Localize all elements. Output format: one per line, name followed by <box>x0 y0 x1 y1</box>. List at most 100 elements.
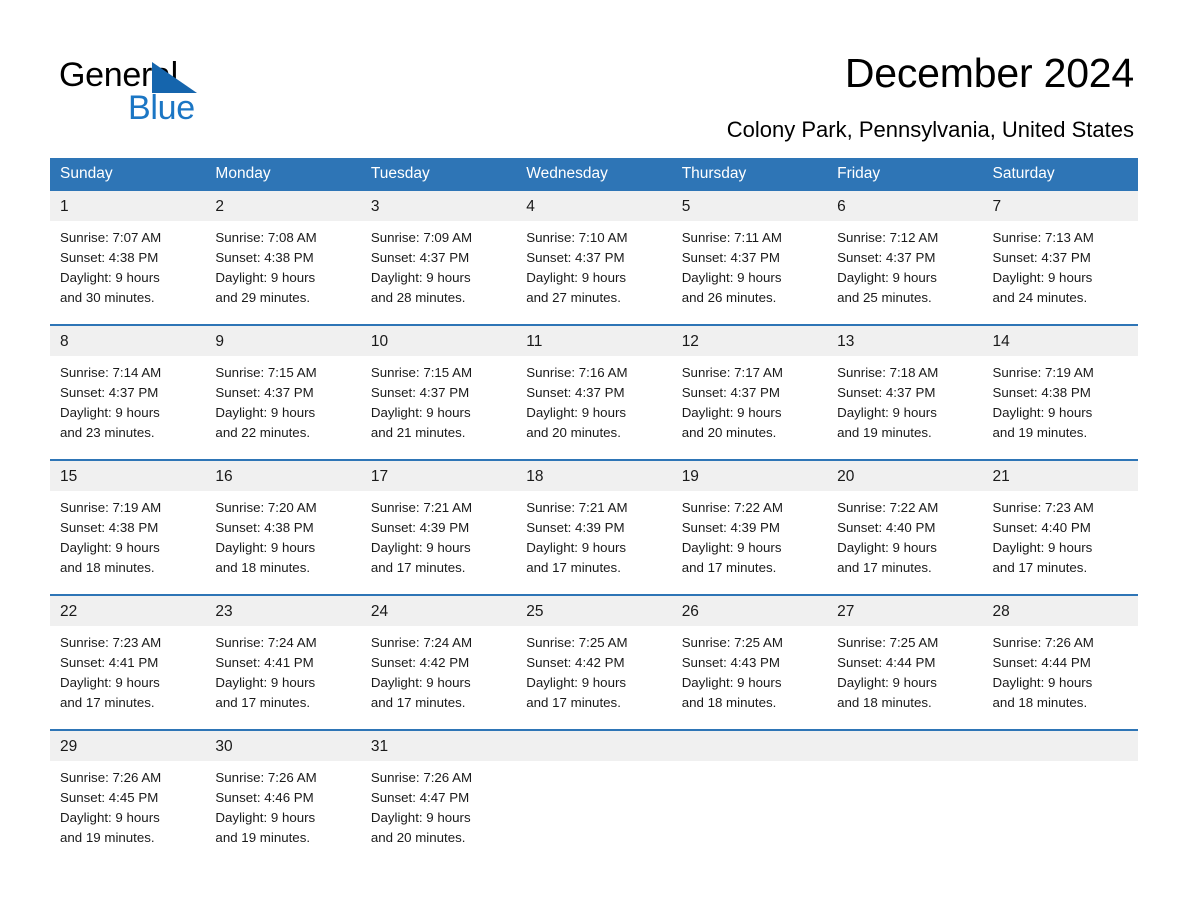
day-cell[interactable]: 13 Sunrise: 7:18 AM Sunset: 4:37 PM Dayl… <box>827 324 983 460</box>
sunset-text: Sunset: 4:37 PM <box>681 250 780 266</box>
week-row: 1 Sunrise: 7:07 AM Sunset: 4:38 PM Dayli… <box>50 191 1138 325</box>
day-number <box>827 731 983 761</box>
daylight-text-line2: and 23 minutes. <box>60 425 155 441</box>
day-number: 22 <box>50 596 206 626</box>
day-cell[interactable]: 6 Sunrise: 7:12 AM Sunset: 4:37 PM Dayli… <box>827 191 983 325</box>
daylight-text-line1: Daylight: 9 hours <box>60 270 160 286</box>
day-cell[interactable]: 25 Sunrise: 7:25 AM Sunset: 4:42 PM Dayl… <box>516 594 672 730</box>
day-cell[interactable]: 1 Sunrise: 7:07 AM Sunset: 4:38 PM Dayli… <box>50 191 206 325</box>
sunrise-text: Sunrise: 7:17 AM <box>681 365 783 380</box>
day-info: Sunrise: 7:14 AM Sunset: 4:37 PM Dayligh… <box>50 356 205 443</box>
day-cell[interactable]: 11 Sunrise: 7:16 AM Sunset: 4:37 PM Dayl… <box>516 324 672 460</box>
daylight-text-line2: and 19 minutes. <box>992 425 1088 441</box>
daylight-text-line1: Daylight: 9 hours <box>370 405 471 421</box>
sunset-text: Sunset: 4:38 PM <box>992 385 1091 401</box>
day-number: 25 <box>516 596 672 626</box>
sunset-text: Sunset: 4:41 PM <box>215 655 314 671</box>
day-cell[interactable]: 2 Sunrise: 7:08 AM Sunset: 4:38 PM Dayli… <box>205 191 361 325</box>
day-cell[interactable]: 4 Sunrise: 7:10 AM Sunset: 4:37 PM Dayli… <box>516 191 672 325</box>
day-cell[interactable]: 7 Sunrise: 7:13 AM Sunset: 4:37 PM Dayli… <box>982 191 1138 325</box>
day-cell[interactable]: 17 Sunrise: 7:21 AM Sunset: 4:39 PM Dayl… <box>360 459 517 595</box>
sunset-text: Sunset: 4:37 PM <box>215 385 314 401</box>
day-info: Sunrise: 7:25 AM Sunset: 4:42 PM Dayligh… <box>516 626 671 713</box>
day-cell[interactable]: 14 Sunrise: 7:19 AM Sunset: 4:38 PM Dayl… <box>982 324 1138 460</box>
sunset-text: Sunset: 4:37 PM <box>526 250 625 266</box>
day-cell[interactable]: 28 Sunrise: 7:26 AM Sunset: 4:44 PM Dayl… <box>982 594 1138 730</box>
day-info: Sunrise: 7:26 AM Sunset: 4:44 PM Dayligh… <box>983 626 1138 713</box>
daylight-text-line1: Daylight: 9 hours <box>526 675 627 691</box>
day-number: 29 <box>50 731 206 761</box>
day-number: 14 <box>982 326 1138 356</box>
daylight-text-line2: and 17 minutes. <box>526 560 621 576</box>
page-title: December 2024 <box>844 50 1134 96</box>
day-cell[interactable]: 15 Sunrise: 7:19 AM Sunset: 4:38 PM Dayl… <box>50 459 206 595</box>
day-cell[interactable]: 12 Sunrise: 7:17 AM Sunset: 4:37 PM Dayl… <box>671 324 828 460</box>
daylight-text-line2: and 17 minutes. <box>370 560 466 576</box>
sunrise-text: Sunrise: 7:24 AM <box>215 635 317 650</box>
daylight-text-line1: Daylight: 9 hours <box>215 675 316 691</box>
sunset-text: Sunset: 4:39 PM <box>526 520 625 536</box>
day-info: Sunrise: 7:26 AM Sunset: 4:45 PM Dayligh… <box>50 761 205 848</box>
sunrise-text: Sunrise: 7:15 AM <box>370 365 473 380</box>
day-cell[interactable]: 23 Sunrise: 7:24 AM Sunset: 4:41 PM Dayl… <box>205 594 361 730</box>
daylight-text-line1: Daylight: 9 hours <box>215 270 316 286</box>
day-cell[interactable]: 27 Sunrise: 7:25 AM Sunset: 4:44 PM Dayl… <box>827 594 983 730</box>
day-number: 11 <box>516 326 672 356</box>
daylight-text-line1: Daylight: 9 hours <box>681 270 782 286</box>
day-cell-empty <box>982 729 1138 864</box>
sunrise-text: Sunrise: 7:08 AM <box>215 230 317 245</box>
day-cell[interactable]: 10 Sunrise: 7:15 AM Sunset: 4:37 PM Dayl… <box>360 324 517 460</box>
day-cell[interactable]: 22 Sunrise: 7:23 AM Sunset: 4:41 PM Dayl… <box>50 594 206 730</box>
sunrise-text: Sunrise: 7:22 AM <box>681 500 783 515</box>
sunrise-text: Sunrise: 7:13 AM <box>992 230 1094 245</box>
sunrise-text: Sunrise: 7:26 AM <box>60 770 162 785</box>
sunset-text: Sunset: 4:39 PM <box>370 520 470 536</box>
day-number: 2 <box>205 191 361 221</box>
day-cell[interactable]: 3 Sunrise: 7:09 AM Sunset: 4:37 PM Dayli… <box>360 191 517 325</box>
day-cell[interactable]: 9 Sunrise: 7:15 AM Sunset: 4:37 PM Dayli… <box>205 324 361 460</box>
weekday-header-monday: Monday <box>205 158 361 191</box>
day-cell[interactable]: 16 Sunrise: 7:20 AM Sunset: 4:38 PM Dayl… <box>205 459 361 595</box>
sunset-text: Sunset: 4:45 PM <box>60 790 159 806</box>
day-cell[interactable]: 29 Sunrise: 7:26 AM Sunset: 4:45 PM Dayl… <box>50 729 206 864</box>
day-cell[interactable]: 31 Sunrise: 7:26 AM Sunset: 4:47 PM Dayl… <box>360 729 517 864</box>
sunset-text: Sunset: 4:39 PM <box>681 520 780 536</box>
sunrise-text: Sunrise: 7:26 AM <box>215 770 317 785</box>
day-cell[interactable]: 19 Sunrise: 7:22 AM Sunset: 4:39 PM Dayl… <box>671 459 828 595</box>
day-info <box>516 761 671 768</box>
sunrise-text: Sunrise: 7:18 AM <box>837 365 939 380</box>
sunset-text: Sunset: 4:37 PM <box>837 385 936 401</box>
day-number: 9 <box>205 326 361 356</box>
day-cell[interactable]: 8 Sunrise: 7:14 AM Sunset: 4:37 PM Dayli… <box>50 324 206 460</box>
sunrise-text: Sunrise: 7:19 AM <box>992 365 1094 380</box>
daylight-text-line2: and 17 minutes. <box>215 695 311 711</box>
day-cell[interactable]: 5 Sunrise: 7:11 AM Sunset: 4:37 PM Dayli… <box>671 191 828 325</box>
day-cell[interactable]: 30 Sunrise: 7:26 AM Sunset: 4:46 PM Dayl… <box>205 729 361 864</box>
day-info: Sunrise: 7:20 AM Sunset: 4:38 PM Dayligh… <box>205 491 360 578</box>
daylight-text-line1: Daylight: 9 hours <box>992 540 1093 556</box>
day-info: Sunrise: 7:12 AM Sunset: 4:37 PM Dayligh… <box>827 221 982 308</box>
sunset-text: Sunset: 4:38 PM <box>215 250 314 266</box>
sunset-text: Sunset: 4:38 PM <box>215 520 314 536</box>
day-cell[interactable]: 26 Sunrise: 7:25 AM Sunset: 4:43 PM Dayl… <box>671 594 828 730</box>
day-cell[interactable]: 24 Sunrise: 7:24 AM Sunset: 4:42 PM Dayl… <box>360 594 517 730</box>
day-number: 27 <box>827 596 983 626</box>
daylight-text-line1: Daylight: 9 hours <box>681 675 782 691</box>
sunrise-text: Sunrise: 7:23 AM <box>60 635 162 650</box>
day-number: 23 <box>205 596 361 626</box>
day-cell[interactable]: 20 Sunrise: 7:22 AM Sunset: 4:40 PM Dayl… <box>827 459 983 595</box>
sunrise-text: Sunrise: 7:26 AM <box>370 770 473 785</box>
day-number: 5 <box>671 191 828 221</box>
daylight-text-line2: and 17 minutes. <box>681 560 777 576</box>
day-info: Sunrise: 7:24 AM Sunset: 4:41 PM Dayligh… <box>205 626 360 713</box>
sunset-text: Sunset: 4:44 PM <box>992 655 1091 671</box>
sunset-text: Sunset: 4:44 PM <box>837 655 936 671</box>
sunset-text: Sunset: 4:37 PM <box>526 385 625 401</box>
daylight-text-line2: and 30 minutes. <box>60 290 155 306</box>
day-cell[interactable]: 18 Sunrise: 7:21 AM Sunset: 4:39 PM Dayl… <box>516 459 672 595</box>
day-number: 10 <box>360 326 517 356</box>
day-cell[interactable]: 21 Sunrise: 7:23 AM Sunset: 4:40 PM Dayl… <box>982 459 1138 595</box>
day-info: Sunrise: 7:24 AM Sunset: 4:42 PM Dayligh… <box>361 626 516 713</box>
daylight-text-line1: Daylight: 9 hours <box>215 405 316 421</box>
daylight-text-line1: Daylight: 9 hours <box>60 675 160 691</box>
